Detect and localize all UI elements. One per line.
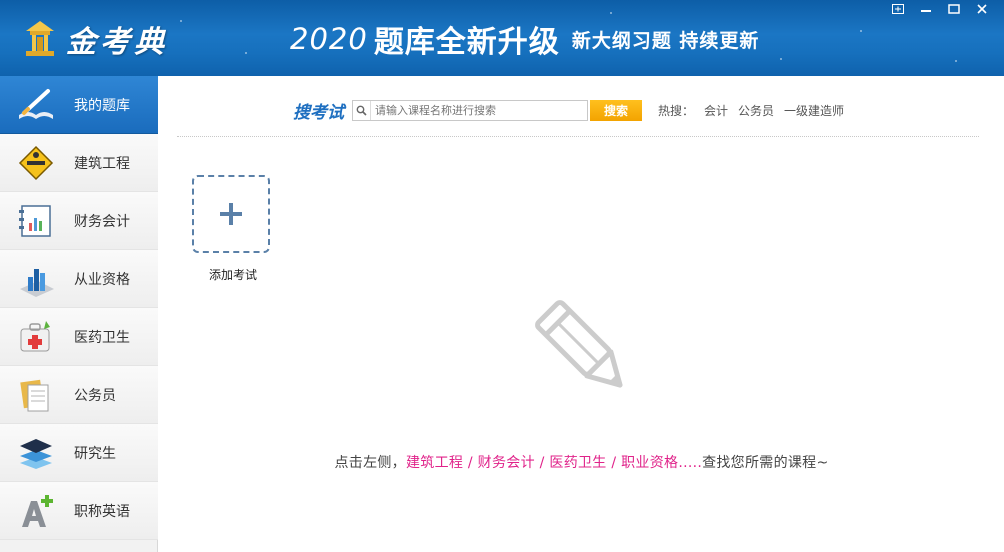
hot-search-link[interactable]: 会计: [704, 102, 728, 119]
bar-chart-icon: [14, 259, 58, 299]
dotted-divider: [177, 136, 979, 137]
sidebar-item-label: 公务员: [74, 387, 116, 404]
app-logo: 金考典: [22, 16, 168, 62]
sidebar-item-medicine-health[interactable]: 医药卫生: [0, 308, 158, 366]
hot-search-link[interactable]: 一级建造师: [784, 102, 844, 119]
sidebar-item-civil-servant[interactable]: 公务员: [0, 366, 158, 424]
add-exam-button[interactable]: [192, 175, 270, 253]
hot-search-label: 热搜：: [658, 103, 695, 118]
search-button[interactable]: 搜索: [590, 99, 642, 121]
sidebar-item-label: 医药卫生: [74, 329, 130, 346]
hint-prefix: 点击左侧，: [334, 455, 406, 471]
sparkle-decoration: [955, 60, 957, 62]
document-folder-icon: [14, 375, 58, 415]
hint-category-links[interactable]: 建筑工程 / 财务会计 / 医药卫生 / 职业资格.....: [406, 455, 702, 471]
maximize-icon[interactable]: [940, 0, 968, 18]
sidebar-item-label: 建筑工程: [74, 155, 130, 172]
sparkle-decoration: [245, 52, 247, 54]
banner-subtitle: 新大纲习题 持续更新: [571, 29, 760, 52]
app-name: 金考典: [66, 25, 168, 60]
search-title: 搜考试: [293, 102, 344, 123]
sidebar-item-label: 研究生: [74, 445, 116, 462]
construction-sign-icon: [14, 143, 58, 183]
title-bar: 金考典 2020 题库全新升级 新大纲习题 持续更新: [0, 0, 1004, 76]
search-icon: [353, 100, 371, 120]
banner-year: 2020: [290, 22, 368, 56]
ledger-chart-icon: [14, 201, 58, 241]
letter-a-plus-icon: [14, 491, 58, 531]
layers-icon: [14, 433, 58, 473]
sidebar-item-my-question-bank[interactable]: 我的题库: [0, 76, 158, 134]
pen-book-icon: [14, 85, 58, 125]
plus-icon: [220, 203, 242, 225]
close-icon[interactable]: [968, 0, 996, 18]
search-bar: 搜考试 搜索 热搜： 会计 公务员 一级建造师: [293, 98, 844, 123]
sidebar-item-label: 职称英语: [74, 503, 130, 520]
hot-search-link[interactable]: 公务员: [738, 102, 774, 119]
sidebar-item-label: 我的题库: [74, 97, 130, 114]
pencil-icon: [525, 290, 643, 408]
medical-kit-icon: [14, 317, 58, 357]
sidebar-item-label: 从业资格: [74, 271, 130, 288]
hint-suffix: 查找您所需的课程~: [702, 455, 829, 471]
sparkle-decoration: [610, 12, 612, 14]
category-sidebar: 我的题库 建筑工程 财务会计 从业资格 医药卫生 公务员 研究生 职称英语: [0, 76, 158, 552]
minimize-icon[interactable]: [912, 0, 940, 18]
sidebar-item-finance-accounting[interactable]: 财务会计: [0, 192, 158, 250]
banner-headline: 题库全新升级: [373, 25, 560, 60]
sidebar-item-label: 财务会计: [74, 213, 130, 230]
sidebar-item-professional-qualification[interactable]: 从业资格: [0, 250, 158, 308]
window-controls: [884, 0, 996, 18]
search-box: [352, 99, 588, 121]
promo-banner: 2020 题库全新升级 新大纲习题 持续更新: [290, 16, 759, 62]
hot-searches: 热搜： 会计 公务员 一级建造师: [658, 102, 844, 119]
sidebar-item-professional-english[interactable]: 职称英语: [0, 482, 158, 540]
pavilion-logo-icon: [22, 19, 58, 59]
sidebar-item-construction[interactable]: 建筑工程: [0, 134, 158, 192]
add-exam-label[interactable]: 添加考试: [195, 266, 271, 283]
empty-state-hint: 点击左侧，建筑工程 / 财务会计 / 医药卫生 / 职业资格.....查找您所需…: [159, 452, 1004, 472]
restore-icon[interactable]: [884, 0, 912, 18]
sparkle-decoration: [860, 30, 862, 32]
sparkle-decoration: [180, 20, 182, 22]
main-content: 搜考试 搜索 热搜： 会计 公务员 一级建造师 添加考试: [159, 76, 1004, 552]
sparkle-decoration: [780, 58, 782, 60]
sidebar-item-postgraduate[interactable]: 研究生: [0, 424, 158, 482]
search-input[interactable]: [371, 100, 585, 120]
